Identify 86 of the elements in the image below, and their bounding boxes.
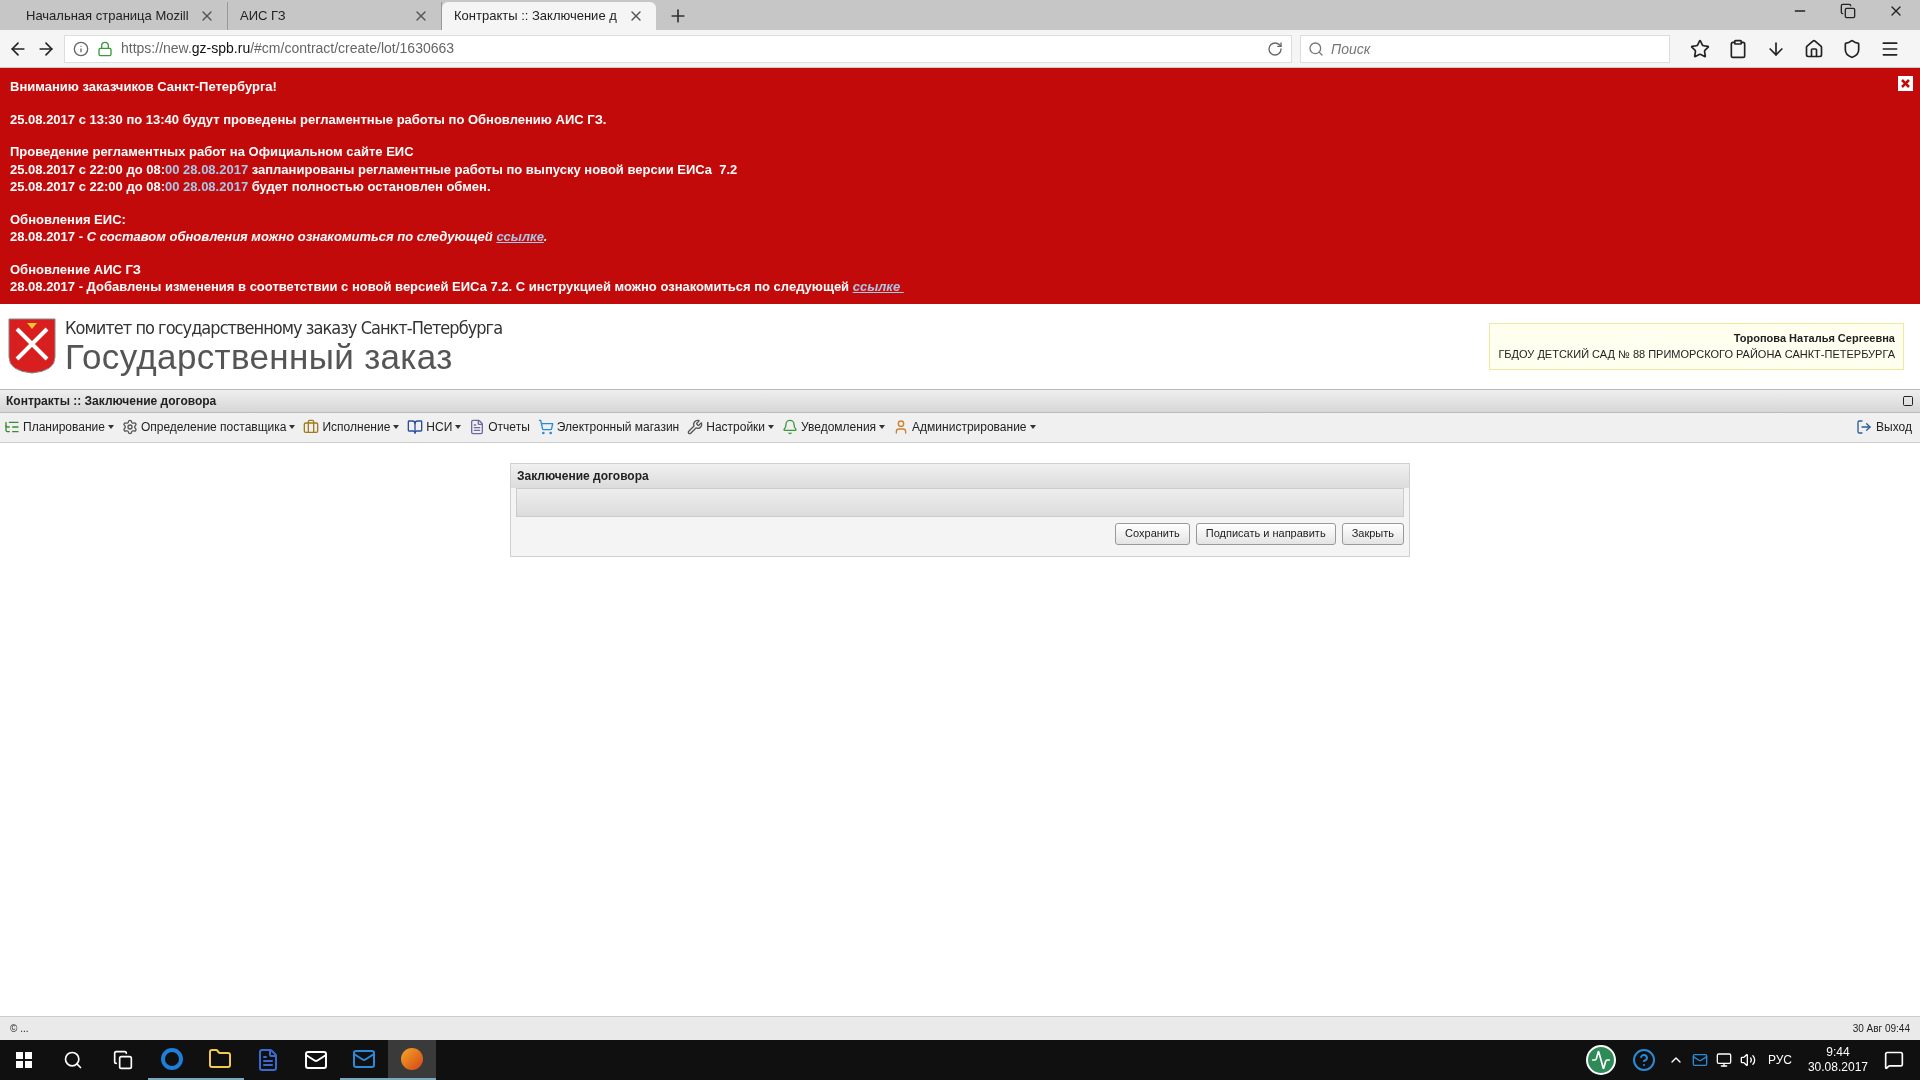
banner-text: Вниманию заказчиков Санкт-Петербурга! bbox=[10, 79, 277, 94]
close-icon[interactable] bbox=[1898, 76, 1913, 91]
dialog-button[interactable]: Подписать и направить bbox=[1195, 522, 1336, 545]
dropdown-caret-icon bbox=[455, 425, 462, 429]
clipboard-icon[interactable] bbox=[1728, 38, 1748, 59]
banner-text: С составом обновления можно ознакомиться по следующей bbox=[86, 229, 494, 244]
notifications-icon[interactable] bbox=[1884, 1050, 1904, 1070]
menu-item-icon bbox=[537, 419, 554, 435]
banner-date: 00 28.08.2017 bbox=[165, 179, 249, 194]
search-icon[interactable] bbox=[63, 1050, 83, 1070]
bookmark-star-icon[interactable] bbox=[1690, 38, 1710, 59]
browser-app-icon[interactable] bbox=[401, 1048, 423, 1070]
user-name: Торопова Наталья Сергеевна bbox=[1733, 330, 1895, 346]
dropdown-caret-icon bbox=[393, 425, 400, 429]
menu-item-icon bbox=[782, 419, 799, 435]
windows-start-icon[interactable] bbox=[16, 1052, 32, 1068]
search-icon bbox=[1308, 40, 1324, 57]
menu-item[interactable]: Определение поставщика bbox=[121, 418, 296, 436]
menu-item[interactable]: Администрирование bbox=[893, 418, 1036, 436]
menu-item[interactable]: Электронный магазин bbox=[537, 418, 680, 436]
banner-text: 28.08.2017 - bbox=[10, 229, 84, 244]
menu-item[interactable]: Отчеты bbox=[469, 418, 530, 436]
banner-link[interactable]: ссылке bbox=[852, 279, 904, 294]
menu-item[interactable]: Уведомления bbox=[782, 418, 886, 436]
dialog-title: Заключение договора bbox=[517, 467, 649, 485]
volume-icon[interactable] bbox=[1739, 1052, 1756, 1068]
menu-item[interactable]: НСИ bbox=[407, 418, 462, 436]
organization-label: ГБДОУ ДЕТСКИЙ САД № 88 ПРИМОРСКОГО РАЙОНА САНКТ-ПЕТЕРБУРГА bbox=[1498, 347, 1895, 362]
banner-text: 25.08.2017 с 13:30 по 13:40 будут проведены регламентные работы по Обновлению АИС ГЗ. bbox=[10, 111, 607, 127]
browser-app-icon[interactable] bbox=[161, 1048, 183, 1070]
reload-icon[interactable] bbox=[1267, 40, 1283, 57]
banner-text: . bbox=[543, 229, 548, 244]
dropdown-caret-icon bbox=[879, 425, 886, 429]
activity-icon[interactable] bbox=[1585, 1045, 1616, 1075]
logout-link[interactable]: Выход bbox=[1856, 418, 1916, 436]
help-icon[interactable] bbox=[1631, 1048, 1656, 1072]
document-app-icon[interactable] bbox=[256, 1048, 280, 1072]
menu-item-icon bbox=[4, 419, 20, 435]
address-field[interactable]: https://new.gz-spb.ru/#cm/contract/create/lot/1630663 bbox=[64, 34, 1292, 63]
menu-item-icon bbox=[469, 419, 486, 435]
menu-item-icon bbox=[687, 419, 704, 435]
banner-text: 25.08.2017 с 22:00 до 08: bbox=[10, 179, 165, 194]
dialog-button[interactable]: Закрыть bbox=[1341, 522, 1404, 545]
search-field[interactable]: Поиск bbox=[1300, 34, 1670, 63]
clock[interactable]: 9:44 30.08.2017 bbox=[1807, 1045, 1868, 1075]
status-datetime: 30 Авг 09:44 bbox=[1852, 1022, 1910, 1036]
organization-name: Комитет по государственному заказу Санкт-Петербурга bbox=[65, 318, 503, 337]
mail-icon[interactable] bbox=[304, 1048, 328, 1072]
dropdown-caret-icon bbox=[1029, 425, 1036, 429]
banner-text: Обновления ЕИС: bbox=[10, 211, 126, 227]
dropdown-caret-icon bbox=[768, 425, 775, 429]
mail-tray-icon[interactable] bbox=[1691, 1052, 1708, 1068]
status-text: © ... bbox=[10, 1022, 29, 1036]
shield-icon[interactable] bbox=[1842, 38, 1862, 59]
coat-of-arms-icon bbox=[7, 317, 57, 375]
banner-text: запланированы регламентные работы по выпуску новой версии ЕИСа 7.2 bbox=[250, 161, 738, 177]
home-icon[interactable] bbox=[1804, 38, 1824, 59]
menu-item-icon bbox=[121, 419, 138, 435]
browser-tab[interactable]: Контракты :: Заключение д bbox=[442, 2, 656, 30]
page-title: Контракты :: Заключение договора bbox=[6, 392, 218, 410]
banner-date: 00 28.08.2017 bbox=[165, 161, 249, 177]
dialog-button[interactable]: Сохранить bbox=[1115, 522, 1190, 545]
banner-text: 25.08.2017 с 22:00 до 08: bbox=[10, 161, 165, 177]
banner-text: будет полностью остановлен обмен. bbox=[250, 179, 491, 194]
banner-link[interactable]: ссылке bbox=[496, 229, 544, 244]
dropdown-caret-icon bbox=[107, 425, 114, 429]
restore-icon[interactable] bbox=[1840, 3, 1856, 19]
menu-item[interactable]: Настройки bbox=[687, 418, 775, 436]
info-icon bbox=[73, 40, 89, 57]
dropdown-caret-icon bbox=[289, 425, 296, 429]
site-title: Государственный заказ bbox=[65, 338, 453, 374]
menu-item-icon bbox=[303, 419, 320, 435]
menu-item-icon bbox=[407, 419, 424, 435]
menu-item[interactable]: Исполнение bbox=[303, 418, 400, 436]
lock-icon bbox=[97, 40, 113, 57]
task-view-icon[interactable] bbox=[113, 1050, 133, 1070]
language-indicator[interactable]: РУС bbox=[1767, 1051, 1792, 1069]
maximize-icon[interactable] bbox=[1902, 394, 1914, 407]
mail-app-icon[interactable] bbox=[352, 1047, 376, 1071]
banner-text: Проведение регламентных работ на Официальном сайте ЕИС bbox=[10, 144, 414, 159]
folder-icon[interactable] bbox=[208, 1047, 232, 1071]
banner-text: Обновление АИС ГЗ bbox=[10, 261, 141, 277]
network-icon[interactable] bbox=[1715, 1052, 1732, 1068]
menu-item[interactable]: Планирование bbox=[4, 418, 114, 436]
banner-text: 28.08.2017 - Добавлены изменения в соответствии с новой версией ЕИСа 7.2. С инструкцией можно ознакомиться по следующей bbox=[10, 279, 851, 294]
logout-icon bbox=[1856, 419, 1873, 435]
